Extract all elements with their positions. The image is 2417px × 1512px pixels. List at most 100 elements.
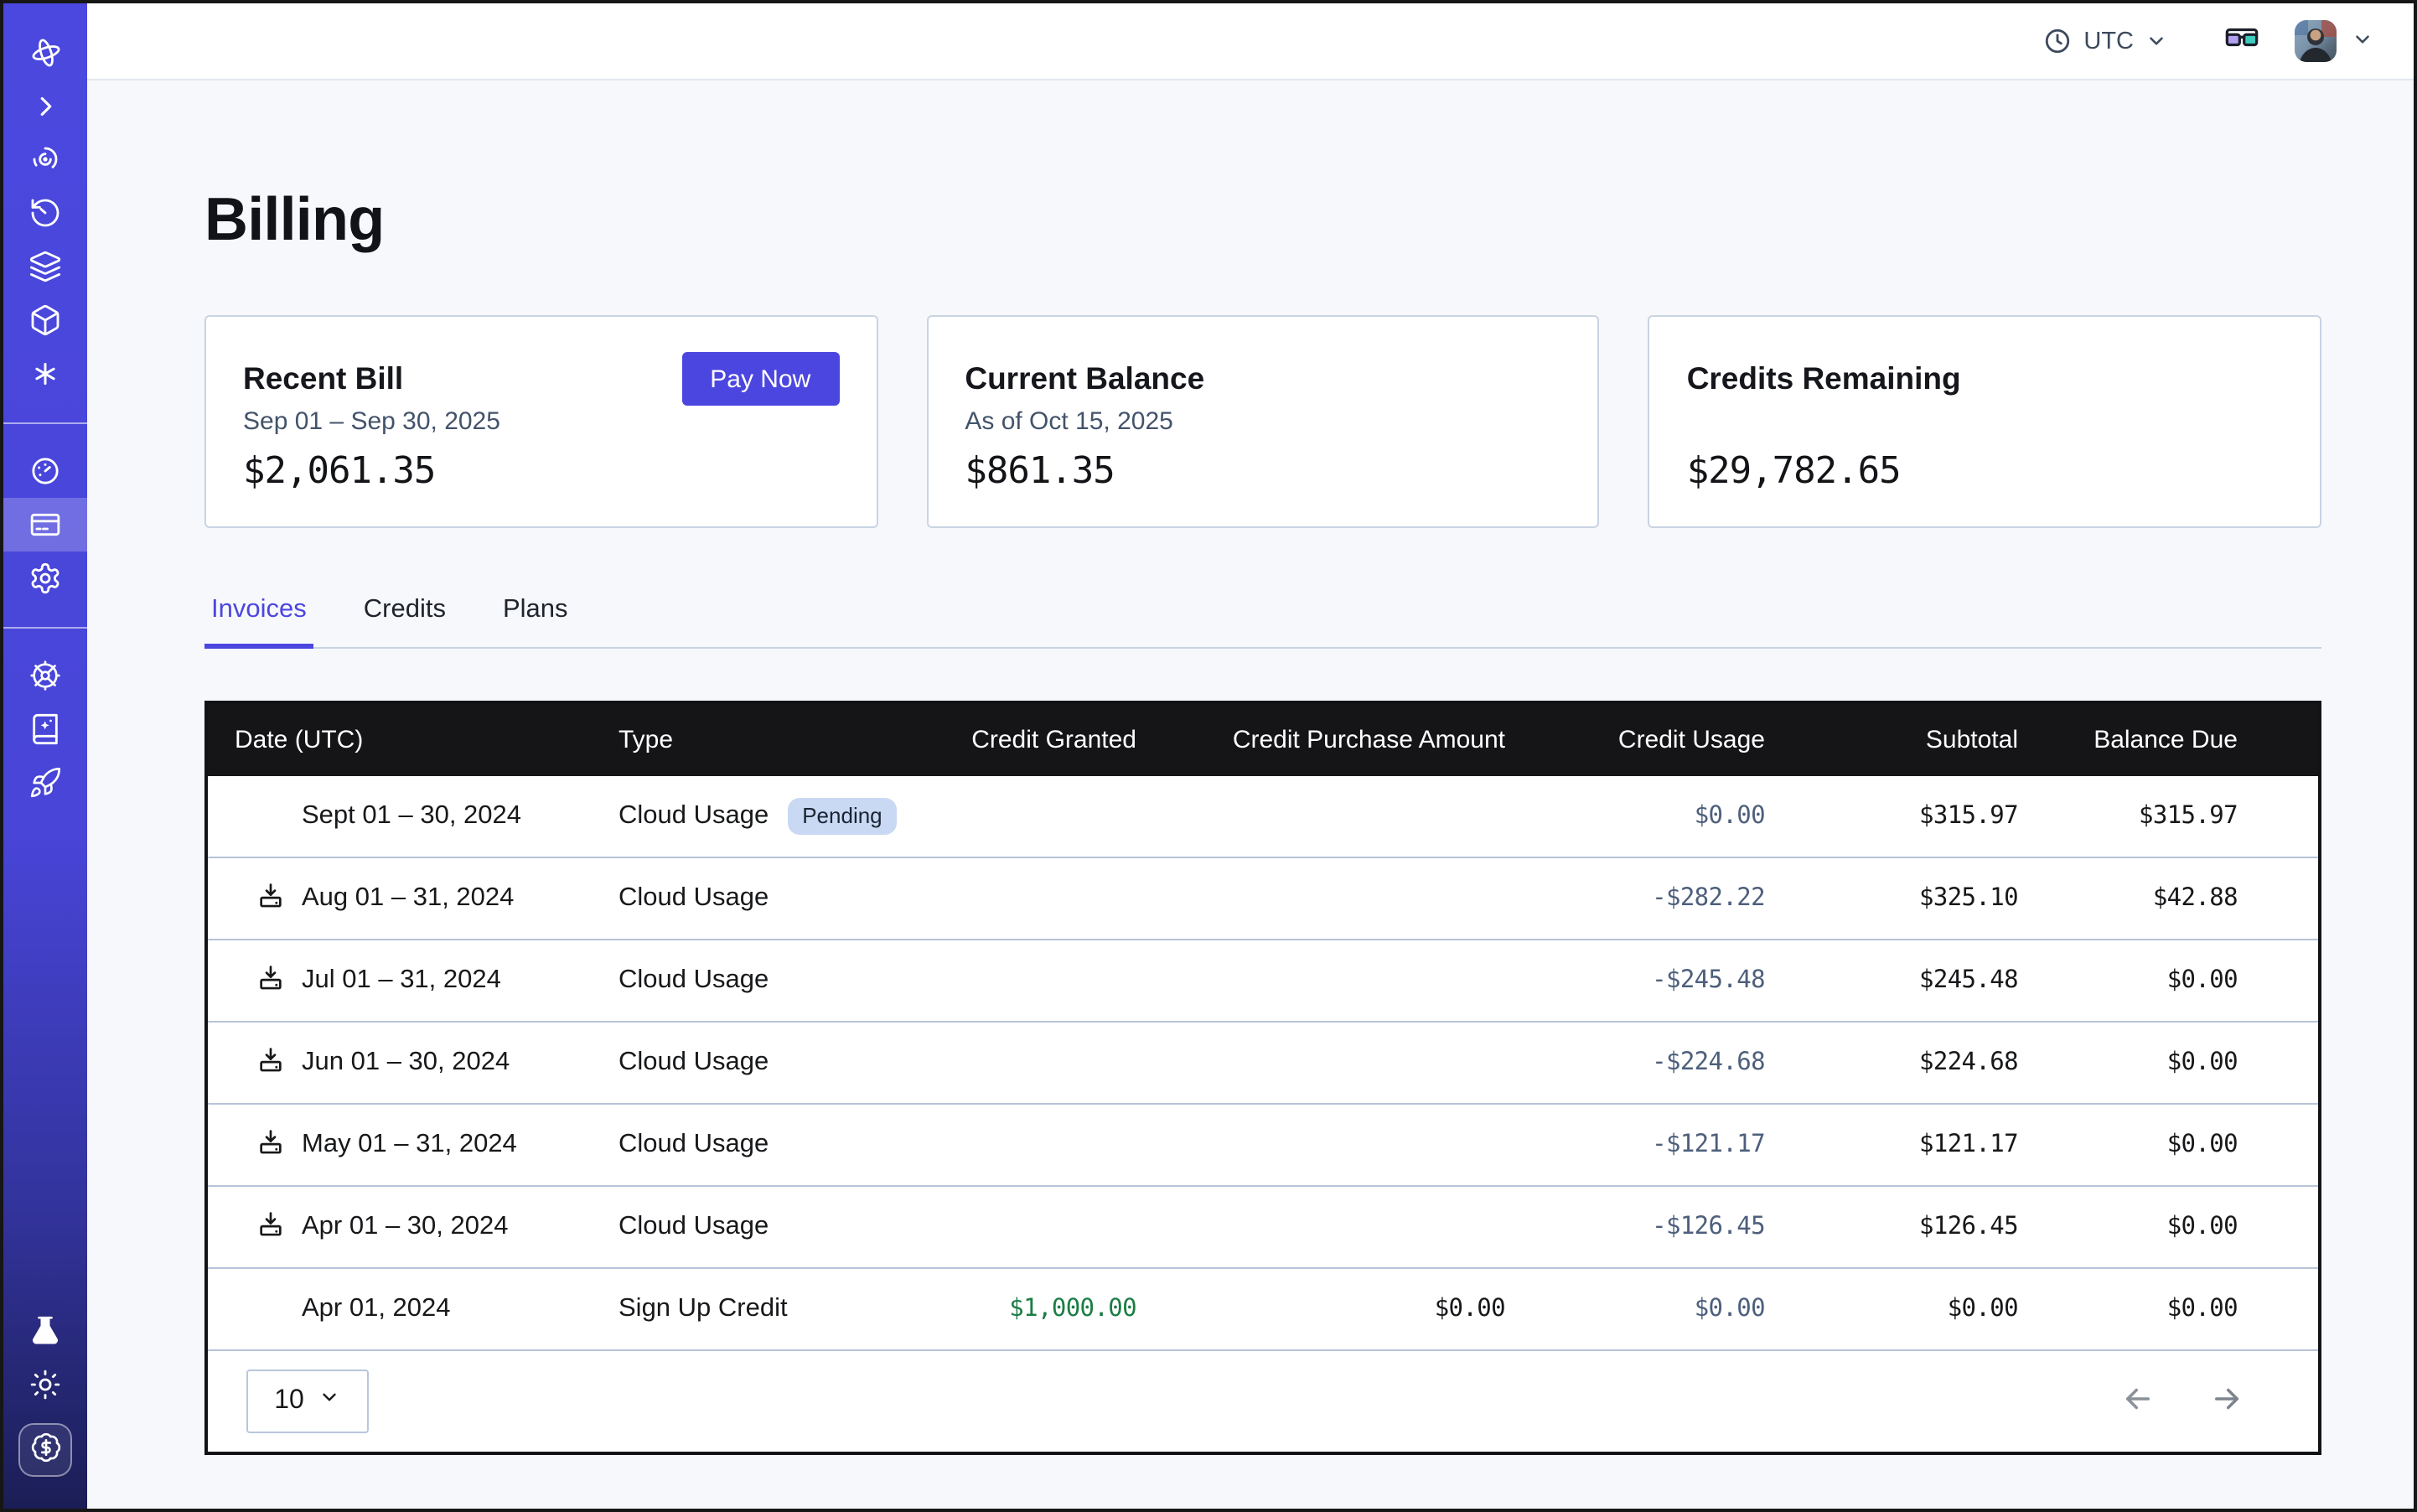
summary-cards: Recent Bill Sep 01 – Sep 30, 2025 $2,061… [204,315,2321,528]
invoice-type: Cloud Usage [618,883,769,914]
current-balance-amount: $861.35 [965,451,1114,493]
rocket-icon [28,766,62,800]
sidebar-item-history[interactable] [3,186,87,240]
sidebar-item-settings[interactable] [3,551,87,605]
page-size-select[interactable]: 10 [246,1370,369,1433]
main-content: Billing Recent Bill Sep 01 – Sep 30, 202… [87,184,2414,1455]
glasses-icon [2223,19,2261,63]
sidebar-item-services[interactable] [3,347,87,401]
subtotal-value: $315.97 [1768,803,2021,830]
sidebar-expand-button[interactable] [3,79,87,132]
ship-wheel-icon [28,659,62,692]
credit-usage-value: -$282.22 [1509,885,1768,912]
recent-bill-card: Recent Bill Sep 01 – Sep 30, 2025 $2,061… [204,315,877,528]
sidebar-item-credits[interactable] [18,1423,72,1477]
pay-now-button[interactable]: Pay Now [681,352,839,406]
column-header-credit-granted: Credit Granted [912,726,1140,754]
download-invoice-button[interactable] [256,1210,284,1244]
download-slot [253,1292,287,1326]
box-icon [28,303,62,337]
tab-invoices[interactable]: Invoices [204,595,313,649]
invoice-type: Cloud Usage [618,1130,769,1160]
prev-page-button[interactable] [2120,1381,2156,1421]
table-row: Apr 01 – 30, 2024 Cloud Usage -$126.45 $… [208,1185,2318,1267]
sidebar-item-getting-started[interactable] [3,756,87,810]
column-header-credit-usage: Credit Usage [1509,726,1768,754]
credit-purchase-value: $0.00 [1140,1296,1509,1323]
sidebar-item-usage[interactable] [3,444,87,498]
table-row: Jul 01 – 31, 2024 Cloud Usage -$245.48 $… [208,939,2318,1021]
invoice-type: Cloud Usage [618,801,769,831]
credit-usage-value: $0.00 [1509,1296,1768,1323]
invoice-date: Sept 01 – 30, 2024 [302,801,521,831]
sidebar-item-support[interactable] [3,649,87,702]
invoice-type: Cloud Usage [618,966,769,996]
next-page-button[interactable] [2209,1381,2244,1421]
credit-granted-value: $1,000.00 [912,1296,1140,1323]
gauge-icon [28,454,62,488]
balance-due-value: $315.97 [2021,803,2318,830]
download-icon [256,1128,284,1162]
card-subtitle: Sep 01 – Sep 30, 2025 [243,407,839,438]
credit-usage-value: -$126.45 [1509,1214,1768,1240]
history-clock-icon [28,196,62,230]
sidebar-item-observe[interactable] [3,132,87,186]
badge-dollar-icon [29,1432,61,1468]
gear-icon [28,562,62,595]
download-invoice-button[interactable] [256,964,284,997]
download-invoice-button[interactable] [256,1046,284,1080]
download-invoice-button[interactable] [256,1128,284,1162]
balance-due-value: $0.00 [2021,1296,2318,1323]
spiral-eye-icon [28,142,62,176]
download-slot [253,964,287,997]
balance-due-value: $0.00 [2021,1214,2318,1240]
arrow-left-icon [2120,1381,2156,1421]
chevron-right-icon [29,90,61,122]
book-sparkle-icon [28,712,62,746]
table-row: May 01 – 31, 2024 Cloud Usage -$121.17 $… [208,1103,2318,1185]
table-row: Sept 01 – 30, 2024 Cloud Usage Pending $… [208,776,2318,857]
chevron-down-icon [2145,30,2167,52]
user-avatar[interactable] [2295,20,2337,62]
sidebar-item-layers[interactable] [3,240,87,293]
download-icon [256,1210,284,1244]
subtotal-value: $0.00 [1768,1296,2021,1323]
download-icon [256,964,284,997]
sidebar-item-billing[interactable] [3,498,87,551]
glasses-button[interactable] [2223,19,2261,63]
invoice-date: May 01 – 31, 2024 [302,1130,517,1160]
table-row: Jun 01 – 30, 2024 Cloud Usage -$224.68 $… [208,1021,2318,1103]
tab-credits[interactable]: Credits [357,595,453,649]
download-icon [256,882,284,915]
table-row: Aug 01 – 31, 2024 Cloud Usage -$282.22 $… [208,857,2318,939]
sidebar-logo[interactable] [3,25,87,79]
download-slot [253,1046,287,1080]
download-slot [253,1128,287,1162]
invoice-date: Jul 01 – 31, 2024 [302,966,501,996]
timezone-label: UTC [2083,28,2134,54]
sidebar-item-theme[interactable] [3,1358,87,1411]
account-menu-button[interactable] [2352,28,2373,54]
timezone-picker[interactable]: UTC [2043,27,2167,55]
app-window: UTC [0,0,2417,1512]
recent-bill-amount: $2,061.35 [243,451,435,493]
column-header-credit-purchase-amount: Credit Purchase Amount [1140,726,1509,754]
sidebar-item-labs[interactable] [3,1304,87,1358]
column-header-subtotal: Subtotal [1768,726,2021,754]
sun-icon [28,1368,62,1401]
page-size-value: 10 [274,1386,304,1416]
download-invoice-button[interactable] [256,882,284,915]
sidebar-item-resources[interactable] [3,293,87,347]
balance-due-value: $0.00 [2021,1131,2318,1158]
table-footer: 10 [208,1349,2318,1452]
orbit-logo-icon [28,34,63,70]
invoice-type: Sign Up Credit [618,1294,788,1324]
sidebar-item-docs[interactable] [3,702,87,756]
arrow-right-icon [2209,1381,2244,1421]
page-title: Billing [204,184,2321,255]
balance-due-value: $42.88 [2021,885,2318,912]
invoice-date: Aug 01 – 31, 2024 [302,883,514,914]
download-icon [256,1046,284,1080]
tab-plans[interactable]: Plans [496,595,575,649]
invoice-date: Apr 01 – 30, 2024 [302,1212,509,1242]
